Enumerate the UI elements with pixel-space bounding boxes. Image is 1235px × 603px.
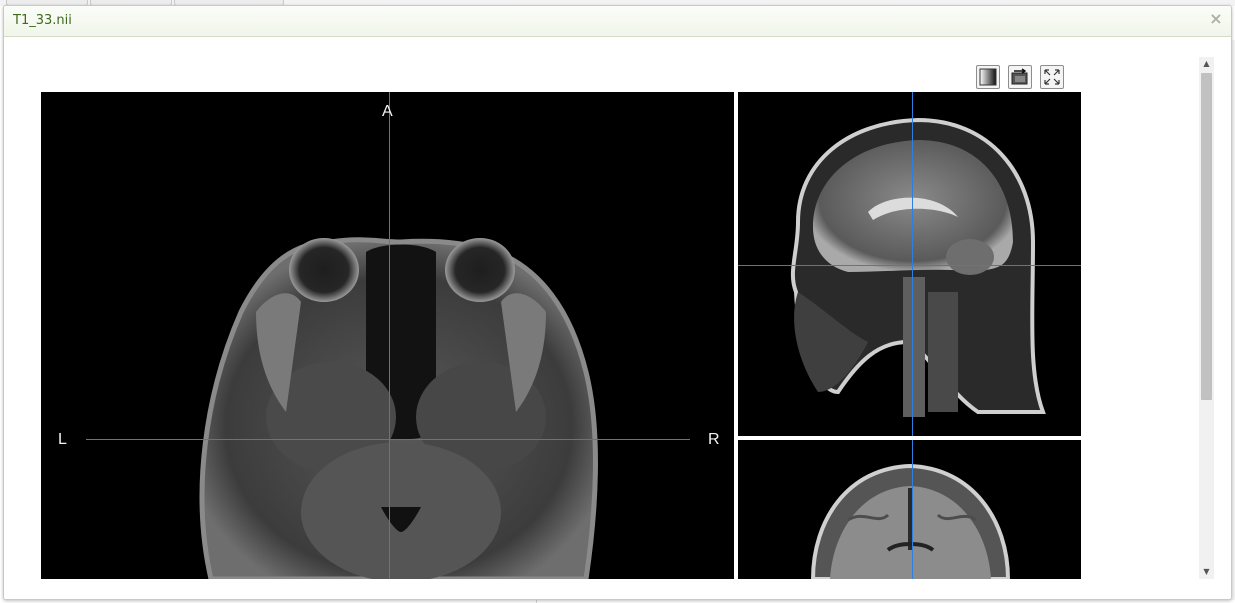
contrast-button[interactable] xyxy=(976,65,1000,89)
coronal-view[interactable] xyxy=(738,440,1081,579)
sagittal-crosshair-vertical[interactable] xyxy=(912,92,913,436)
fullscreen-button[interactable] xyxy=(1040,65,1064,89)
scroll-up-icon[interactable]: ▲ xyxy=(1199,57,1214,71)
image-viewer-dialog: T1_33.nii × A L R ▲ ▼ xyxy=(3,5,1232,600)
dialog-titlebar[interactable]: T1_33.nii × xyxy=(4,6,1231,37)
scroll-down-icon[interactable]: ▼ xyxy=(1199,565,1214,579)
sagittal-slice-image xyxy=(790,117,1046,417)
coronal-crosshair-vertical[interactable] xyxy=(912,440,913,579)
contrast-icon xyxy=(979,68,997,86)
axial-label-left: L xyxy=(58,431,67,448)
scrollbar-thumb[interactable] xyxy=(1201,73,1212,400)
swap-views-button[interactable] xyxy=(1008,65,1032,89)
close-icon[interactable]: × xyxy=(1209,11,1223,27)
swap-views-icon xyxy=(1011,68,1028,85)
fullscreen-icon xyxy=(1044,69,1060,85)
axial-crosshair-horizontal[interactable] xyxy=(86,439,690,440)
axial-crosshair-vertical[interactable] xyxy=(389,92,390,579)
axial-view[interactable]: A L R xyxy=(41,92,734,579)
viewer-scrollbar[interactable]: ▲ ▼ xyxy=(1199,57,1214,579)
axial-label-right: R xyxy=(708,431,720,448)
coronal-slice-image xyxy=(810,463,1011,579)
sagittal-crosshair-horizontal[interactable] xyxy=(738,265,1081,266)
dialog-title: T1_33.nii xyxy=(13,13,72,28)
axial-slice-image xyxy=(199,237,598,579)
nifti-viewer: A L R ▲ ▼ xyxy=(4,37,1231,599)
sagittal-view[interactable] xyxy=(738,92,1081,436)
axial-label-anterior: A xyxy=(382,103,393,120)
